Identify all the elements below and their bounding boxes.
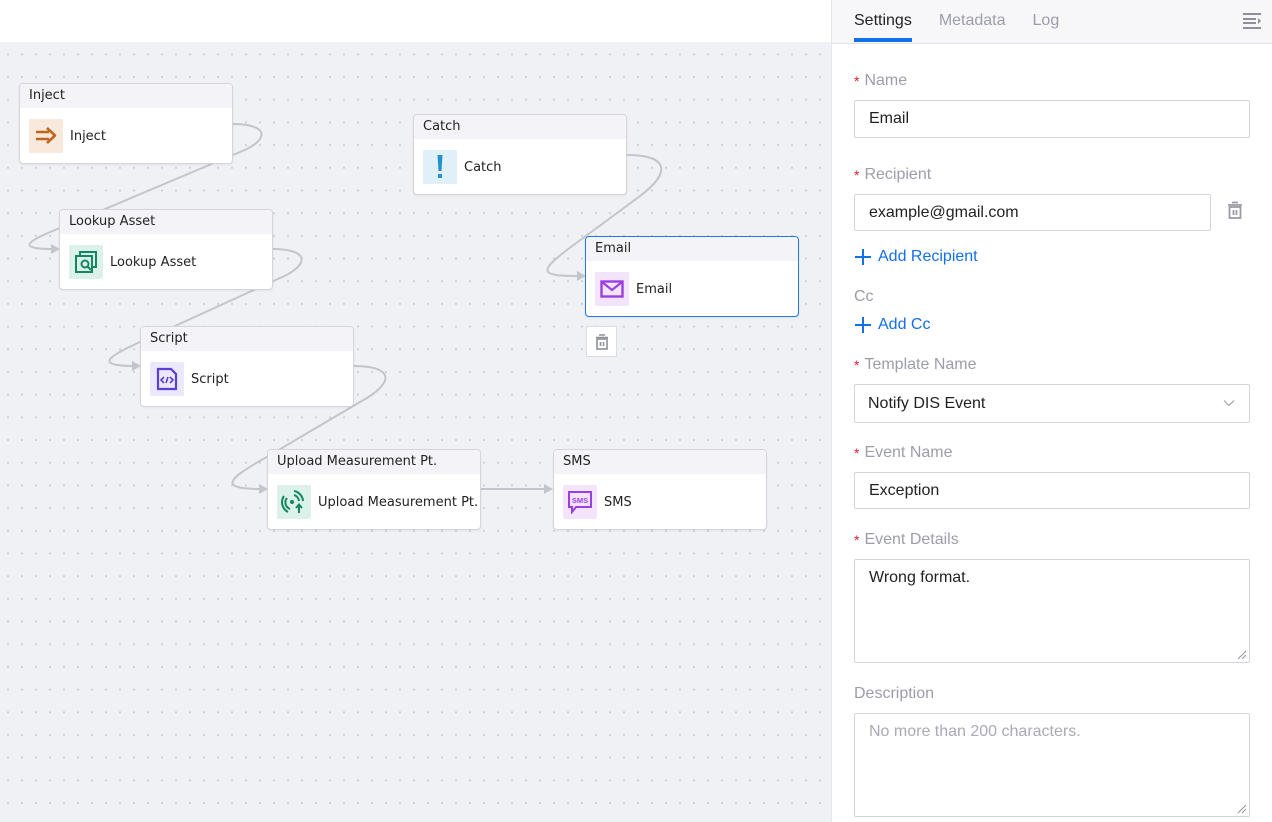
collapse-panel-button[interactable] <box>1242 12 1262 30</box>
required-marker: * <box>854 357 860 373</box>
node-catch[interactable]: Catch Catch <box>413 114 627 195</box>
node-inject[interactable]: Inject Inject <box>19 83 233 164</box>
tab-log[interactable]: Log <box>1033 0 1060 44</box>
event-name-label: * Event Name <box>854 444 1250 462</box>
exclamation-icon <box>423 150 457 184</box>
node-upload-measurement[interactable]: Upload Measurement Pt. Upload Measuremen… <box>267 449 481 530</box>
recipient-label-text: Recipient <box>864 166 932 183</box>
envelope-icon <box>595 272 629 306</box>
resize-handle-icon[interactable] <box>1237 804 1247 814</box>
app: Inject Inject Lookup Asset Lookup Asset … <box>0 0 1272 822</box>
node-title: Lookup Asset <box>60 210 272 234</box>
node-label: Inject <box>70 128 106 144</box>
recipient-input[interactable]: example@gmail.com <box>854 194 1211 231</box>
remove-recipient-button[interactable] <box>1227 201 1243 224</box>
collapse-panel-icon <box>1243 13 1261 29</box>
node-title: Catch <box>414 115 626 139</box>
add-recipient-label: Add Recipient <box>878 248 978 265</box>
panel-tabs: Settings Metadata Log <box>832 0 1272 44</box>
plus-icon <box>855 317 871 333</box>
node-label: Upload Measurement Pt. <box>318 494 479 510</box>
description-label: Description <box>854 685 1250 703</box>
name-label-text: Name <box>864 72 908 89</box>
lookup-asset-icon <box>69 245 103 279</box>
flow-canvas[interactable]: Inject Inject Lookup Asset Lookup Asset … <box>0 0 831 822</box>
sms-icon: SMS <box>563 485 597 519</box>
inject-arrow-icon <box>29 119 63 153</box>
template-name-select[interactable]: Notify DIS Event <box>854 384 1250 423</box>
description-textarea[interactable]: No more than 200 characters. <box>854 713 1250 817</box>
svg-text:SMS: SMS <box>572 496 588 505</box>
node-email[interactable]: Email Email <box>585 236 799 317</box>
add-cc-label: Add Cc <box>878 316 931 333</box>
node-title: Script <box>141 327 353 351</box>
template-name-value: Notify DIS Event <box>868 394 986 412</box>
description-label-text: Description <box>854 685 935 702</box>
event-details-label-text: Event Details <box>864 531 959 548</box>
trash-icon <box>595 333 608 350</box>
event-details-textarea[interactable]: Wrong format. <box>854 559 1250 663</box>
event-details-label: * Event Details <box>854 531 1250 549</box>
node-script[interactable]: Script Script <box>140 326 354 407</box>
node-lookup-asset[interactable]: Lookup Asset Lookup Asset <box>59 209 273 290</box>
chevron-down-icon <box>1223 400 1235 407</box>
required-marker: * <box>854 445 860 461</box>
node-label: Script <box>191 371 229 387</box>
template-name-label-text: Template Name <box>864 356 977 373</box>
name-input[interactable]: Email <box>854 100 1250 138</box>
add-recipient-button[interactable]: Add Recipient <box>854 248 1250 266</box>
name-label: * Name <box>854 72 1250 90</box>
script-code-icon <box>150 362 184 396</box>
required-marker: * <box>854 167 860 183</box>
node-label: Email <box>636 281 673 297</box>
node-label: SMS <box>604 494 632 510</box>
tab-settings[interactable]: Settings <box>854 0 912 44</box>
event-details-value: Wrong format. <box>869 569 971 586</box>
event-name-label-text: Event Name <box>864 444 953 461</box>
upload-measurement-icon <box>277 485 311 519</box>
resize-handle-icon[interactable] <box>1237 650 1247 660</box>
tab-metadata[interactable]: Metadata <box>939 0 1006 44</box>
node-label: Catch <box>464 159 502 175</box>
event-name-input[interactable]: Exception <box>854 472 1250 509</box>
node-title: SMS <box>554 450 766 474</box>
node-label: Lookup Asset <box>110 254 197 270</box>
required-marker: * <box>854 73 860 89</box>
description-placeholder: No more than 200 characters. <box>869 723 1081 740</box>
canvas-toolbar-area <box>0 0 831 42</box>
recipient-label: * Recipient <box>854 166 1250 184</box>
cc-label: Cc <box>854 288 1250 306</box>
template-name-label: * Template Name <box>854 356 1250 374</box>
required-marker: * <box>854 532 860 548</box>
node-title: Email <box>586 237 798 261</box>
trash-icon <box>1228 201 1242 219</box>
node-sms[interactable]: SMS SMS SMS <box>553 449 767 530</box>
node-title: Upload Measurement Pt. <box>268 450 480 474</box>
settings-panel: Settings Metadata Log * Name Email * Rec… <box>831 0 1272 822</box>
node-title: Inject <box>20 84 232 108</box>
plus-icon <box>855 249 871 265</box>
settings-form: * Name Email * Recipient example@gmail.c… <box>832 72 1272 817</box>
cc-label-text: Cc <box>854 288 874 305</box>
add-cc-button[interactable]: Add Cc <box>854 316 1250 334</box>
delete-node-button[interactable] <box>586 326 617 357</box>
